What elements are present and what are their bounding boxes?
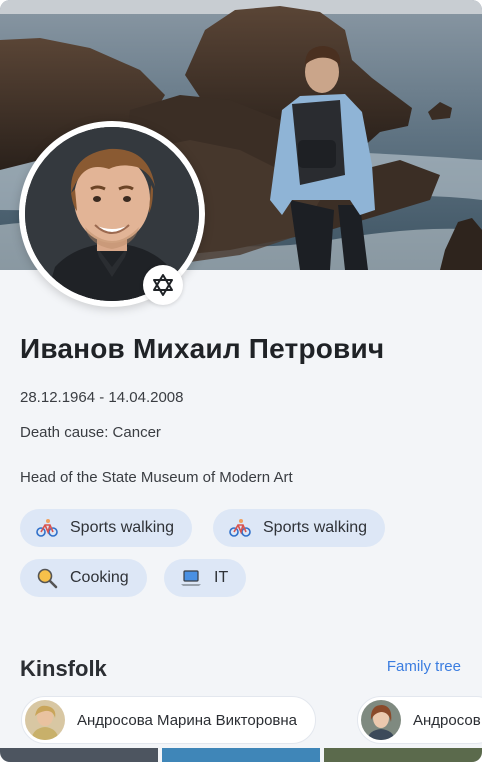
kinsfolk-list: Андросова Марина Викторовна Андросов	[21, 696, 482, 744]
hobby-label: IT	[214, 569, 229, 586]
family-tree-link[interactable]: Family tree	[387, 658, 461, 675]
avatar	[25, 700, 65, 740]
kinsfolk-heading: Kinsfolk	[20, 656, 107, 681]
hobby-tag[interactable]: IT	[164, 559, 247, 597]
magnifier-icon	[36, 567, 58, 589]
star-of-david-icon	[143, 265, 183, 305]
memorial-profile-card: Иванов Михаил Петрович 28.12.1964 - 14.0…	[0, 0, 482, 762]
hobby-label: Sports walking	[70, 519, 175, 536]
kinsfolk-name: Андросова Марина Викторовна	[77, 711, 298, 729]
kinsfolk-chip[interactable]: Андросов	[357, 696, 482, 744]
hobby-tag[interactable]: Sports walking	[213, 509, 386, 547]
hobby-label: Cooking	[70, 569, 129, 586]
kinsfolk-name: Андросов	[413, 711, 481, 729]
hobby-label: Sports walking	[263, 519, 368, 536]
photo-gallery-strip	[0, 748, 482, 762]
avatar	[361, 700, 401, 740]
hobby-tag[interactable]: Sports walking	[20, 509, 193, 547]
death-cause: Death cause: Cancer	[20, 424, 161, 441]
life-dates: 28.12.1964 - 14.04.2008	[20, 389, 184, 406]
hobby-tag[interactable]: Cooking	[20, 559, 147, 597]
bicycle-icon	[229, 517, 251, 539]
bicycle-icon	[36, 517, 58, 539]
laptop-icon	[180, 567, 202, 589]
person-name: Иванов Михаил Петрович	[20, 333, 385, 364]
kinsfolk-chip[interactable]: Андросова Марина Викторовна	[21, 696, 317, 744]
occupation: Head of the State Museum of Modern Art	[20, 469, 293, 486]
